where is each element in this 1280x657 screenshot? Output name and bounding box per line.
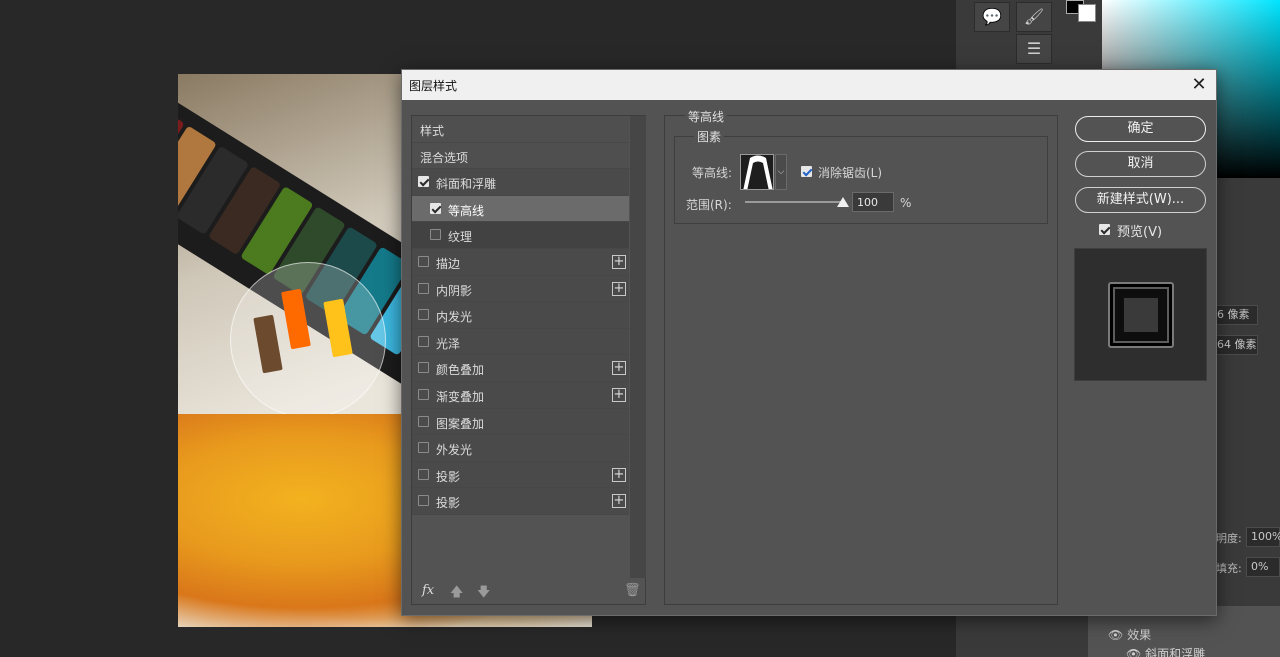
style-list-item[interactable]: 描边 +: [412, 248, 629, 276]
style-list-item[interactable]: 内发光: [412, 302, 629, 329]
add-effect-icon[interactable]: +: [612, 467, 626, 482]
style-list-item-label: 外发光: [436, 443, 473, 458]
contour-label: 等高线:: [692, 166, 733, 180]
new-style-button[interactable]: 新建样式(W)...: [1075, 187, 1206, 213]
cancel-button[interactable]: 取消: [1075, 151, 1206, 177]
style-list-item[interactable]: 投影 +: [412, 488, 629, 515]
contour-group-title: 等高线: [685, 108, 728, 125]
style-checkbox[interactable]: [418, 442, 429, 454]
style-list-item-label: 描边: [436, 256, 461, 271]
fill-input[interactable]: 0%: [1246, 557, 1280, 577]
adjustments-icon[interactable]: ☰: [1016, 34, 1052, 64]
add-effect-icon[interactable]: +: [612, 254, 626, 269]
trash-icon[interactable]: 🗑: [624, 583, 641, 598]
preview-bevel-square: [1108, 282, 1174, 348]
style-checkbox[interactable]: [418, 176, 429, 188]
style-list-item-label: 混合选项: [420, 150, 469, 165]
style-list-items: 样式混合选项斜面和浮雕等高线纹理描边 + 内阴影 + 内发光光泽颜色叠加 + 渐变叠加 + 图案…: [412, 116, 629, 515]
style-list-item-label: 颜色叠加: [436, 363, 485, 378]
style-list-item-label: 投影: [436, 496, 461, 511]
style-list-item-label: 光泽: [436, 336, 461, 351]
style-checkbox[interactable]: [418, 415, 429, 427]
arrow-up-icon[interactable]: 🡅: [450, 583, 463, 605]
add-effect-icon[interactable]: +: [612, 361, 626, 376]
style-list-item-label: 渐变叠加: [436, 389, 485, 404]
style-checkbox[interactable]: [430, 202, 441, 214]
style-list-item-label: 样式: [420, 124, 445, 138]
style-checkbox[interactable]: [430, 229, 441, 241]
style-list-item-label: 图案叠加: [436, 416, 485, 431]
range-slider-track[interactable]: [745, 201, 845, 203]
range-input[interactable]: [852, 192, 894, 212]
anti-alias-checkbox[interactable]: [801, 166, 812, 177]
effects-label: 效果: [1127, 628, 1152, 642]
preview-label: 预览(V): [1117, 225, 1163, 240]
eye-icon[interactable]: 👁: [1108, 628, 1127, 642]
style-list-item[interactable]: 图案叠加: [412, 408, 629, 436]
style-list-item[interactable]: 斜面和浮雕: [412, 169, 629, 196]
style-checkbox[interactable]: [418, 309, 429, 321]
comment-icon[interactable]: 💬: [974, 2, 1010, 32]
style-list-item[interactable]: 外发光: [412, 435, 629, 462]
contour-curve-icon: [741, 155, 773, 189]
range-label: 范围(R):: [686, 198, 732, 212]
tool-column: 💬 🖌 ☰: [972, 0, 1064, 66]
style-list-item-label: 内阴影: [436, 283, 473, 298]
brush-settings-icon[interactable]: 🖌: [1016, 2, 1052, 32]
ok-button[interactable]: 确定: [1075, 116, 1206, 142]
properties-field-1[interactable]: 6 像素: [1212, 305, 1258, 325]
eye-icon[interactable]: 👁: [1126, 647, 1145, 657]
range-unit: %: [900, 196, 912, 210]
style-list-item[interactable]: 纹理: [412, 222, 629, 249]
style-list-item-label: 内发光: [436, 310, 473, 325]
style-checkbox[interactable]: [418, 468, 429, 480]
style-list-item[interactable]: 样式: [412, 116, 629, 143]
style-preview: [1074, 248, 1207, 381]
style-list-item[interactable]: 混合选项: [412, 142, 629, 170]
style-checkbox[interactable]: [418, 495, 429, 507]
fill-label: 填充:: [1216, 562, 1242, 575]
style-list: 样式混合选项斜面和浮雕等高线纹理描边 + 内阴影 + 内发光光泽颜色叠加 + 渐变叠加 + 图案…: [411, 115, 646, 605]
arrow-down-icon[interactable]: 🡇: [477, 583, 490, 605]
background-color-swatch[interactable]: [1078, 4, 1096, 22]
style-list-item-label: 纹理: [448, 230, 473, 245]
style-list-item[interactable]: 颜色叠加 +: [412, 355, 629, 382]
add-effect-icon[interactable]: +: [612, 281, 626, 296]
chevron-down-icon[interactable]: ⌵: [775, 154, 787, 190]
style-list-item-label: 斜面和浮雕: [436, 177, 497, 192]
contour-preset-picker[interactable]: [740, 154, 774, 190]
effect-item-label: 斜面和浮雕: [1145, 647, 1206, 657]
style-list-item[interactable]: 光泽: [412, 328, 629, 356]
add-effect-icon[interactable]: +: [612, 387, 626, 402]
style-list-scrollbar[interactable]: [630, 116, 646, 578]
style-checkbox[interactable]: [418, 388, 429, 400]
style-list-item[interactable]: 投影 +: [412, 461, 629, 489]
dialog-titlebar[interactable]: 图层样式 ✕: [402, 70, 1216, 100]
dialog-title: 图层样式: [409, 79, 458, 93]
style-checkbox[interactable]: [418, 255, 429, 267]
style-checkbox[interactable]: [418, 282, 429, 294]
range-slider-thumb[interactable]: [837, 197, 849, 207]
style-checkbox[interactable]: [418, 335, 429, 347]
add-effect-icon[interactable]: +: [612, 494, 626, 509]
opacity-input[interactable]: 100%: [1246, 527, 1280, 547]
opacity-label: 明度:: [1216, 532, 1242, 545]
layer-style-dialog: 图层样式 ✕ 样式 混合选项 斜面和浮雕 等高线 纹理 描边 + 内阴影 + 内发光 光泽 颜色叠加 +…: [401, 69, 1217, 616]
properties-field-2[interactable]: 64 像素: [1212, 335, 1258, 355]
anti-alias-label: 消除锯齿(L): [818, 166, 883, 180]
style-list-footer: fx 🡅 🡇 🗑: [412, 580, 645, 604]
close-icon[interactable]: ✕: [1186, 72, 1212, 98]
style-list-item-label: 投影: [436, 469, 461, 484]
elements-group-title: 图素: [694, 128, 725, 145]
fx-icon[interactable]: fx: [422, 583, 434, 598]
style-list-item[interactable]: 渐变叠加 +: [412, 381, 629, 409]
layer-effects-row[interactable]: 👁 效果: [1108, 626, 1151, 643]
style-list-item-label: 等高线: [448, 203, 485, 218]
style-list-item[interactable]: 内阴影 +: [412, 275, 629, 303]
style-checkbox[interactable]: [418, 362, 429, 374]
layer-effect-item[interactable]: 👁 斜面和浮雕: [1126, 645, 1205, 657]
style-list-item[interactable]: 等高线: [412, 195, 629, 223]
preview-checkbox[interactable]: [1099, 224, 1110, 235]
